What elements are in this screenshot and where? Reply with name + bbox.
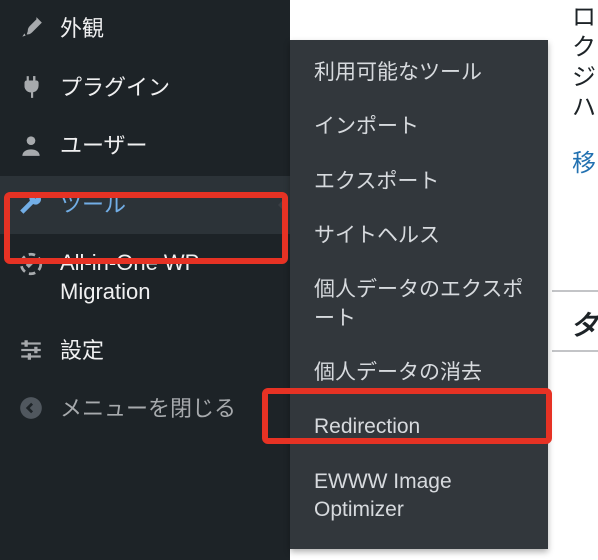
- sidebar-item-label: 設定: [60, 337, 104, 366]
- submenu-item-export-personal-data[interactable]: 個人データのエクスポート: [290, 263, 548, 346]
- content-area-fragment: ロ ク ジ ハ 移 タ: [552, 0, 598, 560]
- sidebar-item-collapse-menu[interactable]: メニューを閉じる: [0, 380, 290, 439]
- submenu-item-redirection[interactable]: Redirection: [290, 400, 548, 454]
- sidebar-item-appearance[interactable]: 外観: [0, 0, 290, 59]
- chevron-right-icon: [278, 199, 284, 211]
- content-text: ク: [572, 32, 596, 64]
- plug-icon: [16, 74, 46, 100]
- sliders-icon: [16, 337, 46, 363]
- collapse-icon: [16, 395, 46, 421]
- divider: [552, 350, 598, 352]
- submenu-item-erase-personal-data[interactable]: 個人データの消去: [290, 346, 548, 400]
- sidebar-item-settings[interactable]: 設定: [0, 322, 290, 381]
- paintbrush-icon: [16, 15, 46, 41]
- sidebar-item-tools[interactable]: ツール: [0, 176, 290, 235]
- content-text: ジ: [572, 62, 596, 94]
- sidebar-item-label: 外観: [60, 15, 104, 44]
- content-heading-fragment: タ: [570, 304, 598, 344]
- divider: [552, 290, 598, 292]
- wrench-icon: [16, 191, 46, 217]
- sidebar-item-aio-wp-migration[interactable]: All-in-One WP Migration: [0, 234, 290, 321]
- content-text: ハ: [572, 92, 596, 124]
- admin-sidebar: 外観 プラグイン ユーザー ツール All-in-One WP M: [0, 0, 290, 560]
- sidebar-item-label: ユーザー: [60, 132, 148, 161]
- user-icon: [16, 132, 46, 158]
- submenu-item-export[interactable]: エクスポート: [290, 155, 548, 209]
- sidebar-item-label: メニューを閉じる: [60, 395, 236, 424]
- sidebar-item-label: ツール: [60, 191, 126, 220]
- submenu-item-site-health[interactable]: サイトヘルス: [290, 209, 548, 263]
- sidebar-item-label: All-in-One WP Migration: [60, 249, 278, 306]
- app-root: ロ ク ジ ハ 移 タ 外観 プラグイン ユーザー: [0, 0, 598, 560]
- migration-icon: [16, 251, 46, 277]
- submenu-item-available-tools[interactable]: 利用可能なツール: [290, 46, 548, 100]
- sidebar-item-users[interactable]: ユーザー: [0, 117, 290, 176]
- sidebar-item-label: プラグイン: [60, 74, 170, 103]
- content-link-fragment[interactable]: 移: [572, 148, 596, 180]
- submenu-item-import[interactable]: インポート: [290, 100, 548, 154]
- submenu-item-ewww-image-optimizer[interactable]: EWWW Image Optimizer: [290, 455, 548, 538]
- tools-submenu: 利用可能なツール インポート エクスポート サイトヘルス 個人データのエクスポー…: [290, 40, 548, 549]
- content-text: ロ: [572, 2, 596, 34]
- sidebar-item-plugins[interactable]: プラグイン: [0, 59, 290, 118]
